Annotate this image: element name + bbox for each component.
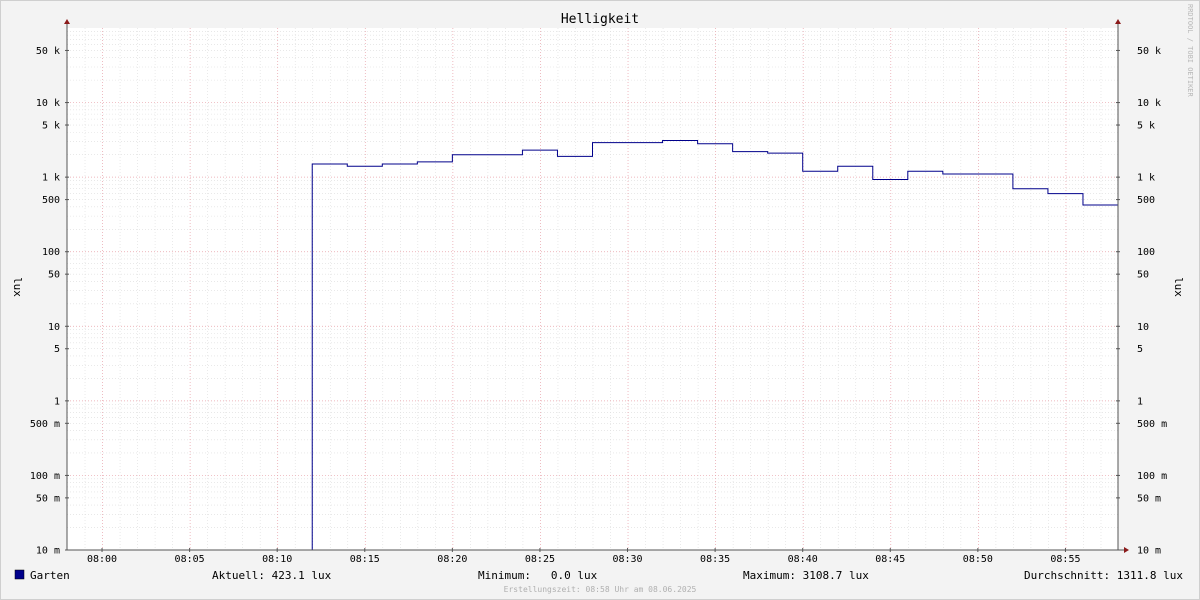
y-tick-label-left: 1 k	[42, 173, 60, 184]
y-axis-label-right: lux	[1172, 277, 1185, 297]
stat-minimum: Minimum: 0.0 lux	[478, 569, 598, 582]
y-tick-label-right: 50 m	[1137, 493, 1161, 504]
y-tick-label-right: 5 k	[1137, 121, 1155, 132]
y-tick-label-right: 100 m	[1137, 471, 1167, 482]
y-tick-label-right: 500	[1137, 195, 1155, 206]
y-tick-label-right: 50	[1137, 270, 1149, 281]
y-tick-label-right: 10 m	[1137, 546, 1161, 557]
chart-svg: 10 m 10 m 50 m 50 m 100 m 100 m 500 m 500 m 1 1 5 5…	[11, 4, 1194, 594]
y-tick-label-right: 10	[1137, 322, 1149, 333]
y-tick-label-left: 50 m	[36, 493, 60, 504]
y-tick-label-left: 50 k	[36, 46, 60, 57]
y-axis-arrow-left	[64, 19, 70, 24]
watermark: RRDTOOL / TOBI OETIKER	[1186, 4, 1194, 98]
x-tick-label: 08:40	[788, 554, 818, 565]
y-tick-label-left: 100	[42, 247, 60, 258]
x-tick-label: 08:45	[875, 554, 905, 565]
x-tick-label: 08:50	[963, 554, 993, 565]
x-tick-label: 08:25	[525, 554, 555, 565]
y-tick-label-left: 10	[48, 322, 60, 333]
y-tick-label-left: 10 k	[36, 98, 60, 109]
y-tick-label-left: 10 m	[36, 546, 60, 557]
y-axis-arrow-right	[1115, 19, 1121, 24]
y-tick-label-left: 5	[54, 344, 60, 355]
y-tick-label-right: 1 k	[1137, 173, 1155, 184]
y-tick-label-left: 500	[42, 195, 60, 206]
stat-average: Durchschnitt: 1311.8 lux	[1024, 569, 1183, 582]
x-axis-arrow	[1124, 547, 1129, 553]
x-tick-label: 08:20	[437, 554, 467, 565]
y-tick-label-right: 50 k	[1137, 46, 1161, 57]
legend-swatch	[14, 569, 25, 580]
stat-maximum: Maximum: 3108.7 lux	[743, 569, 869, 582]
y-tick-label-left: 50	[48, 270, 60, 281]
y-tick-label-right: 1	[1137, 396, 1143, 407]
y-tick-label-right: 500 m	[1137, 419, 1167, 430]
plot-area	[67, 28, 1118, 550]
x-tick-label: 08:00	[87, 554, 117, 565]
y-tick-label-left: 500 m	[30, 419, 60, 430]
chart-title: Helligkeit	[561, 12, 639, 27]
y-axis-label-left: lux	[11, 277, 24, 297]
legend-label: Garten	[30, 569, 70, 582]
y-tick-label-left: 5 k	[42, 121, 60, 132]
x-tick-label: 08:10	[262, 554, 292, 565]
y-tick-label-right: 10 k	[1137, 98, 1161, 109]
stat-current: Aktuell: 423.1 lux	[212, 569, 332, 582]
y-tick-label-left: 100 m	[30, 471, 60, 482]
x-tick-label: 08:15	[350, 554, 380, 565]
x-tick-label: 08:55	[1050, 554, 1080, 565]
y-tick-label-right: 5	[1137, 344, 1143, 355]
creation-time: Erstellungszeit: 08:58 Uhr am 08.06.2025	[504, 585, 697, 594]
y-tick-label-left: 1	[54, 396, 60, 407]
x-tick-label: 08:05	[175, 554, 205, 565]
x-tick-label: 08:35	[700, 554, 730, 565]
y-tick-label-right: 100	[1137, 247, 1155, 258]
x-tick-label: 08:30	[612, 554, 642, 565]
